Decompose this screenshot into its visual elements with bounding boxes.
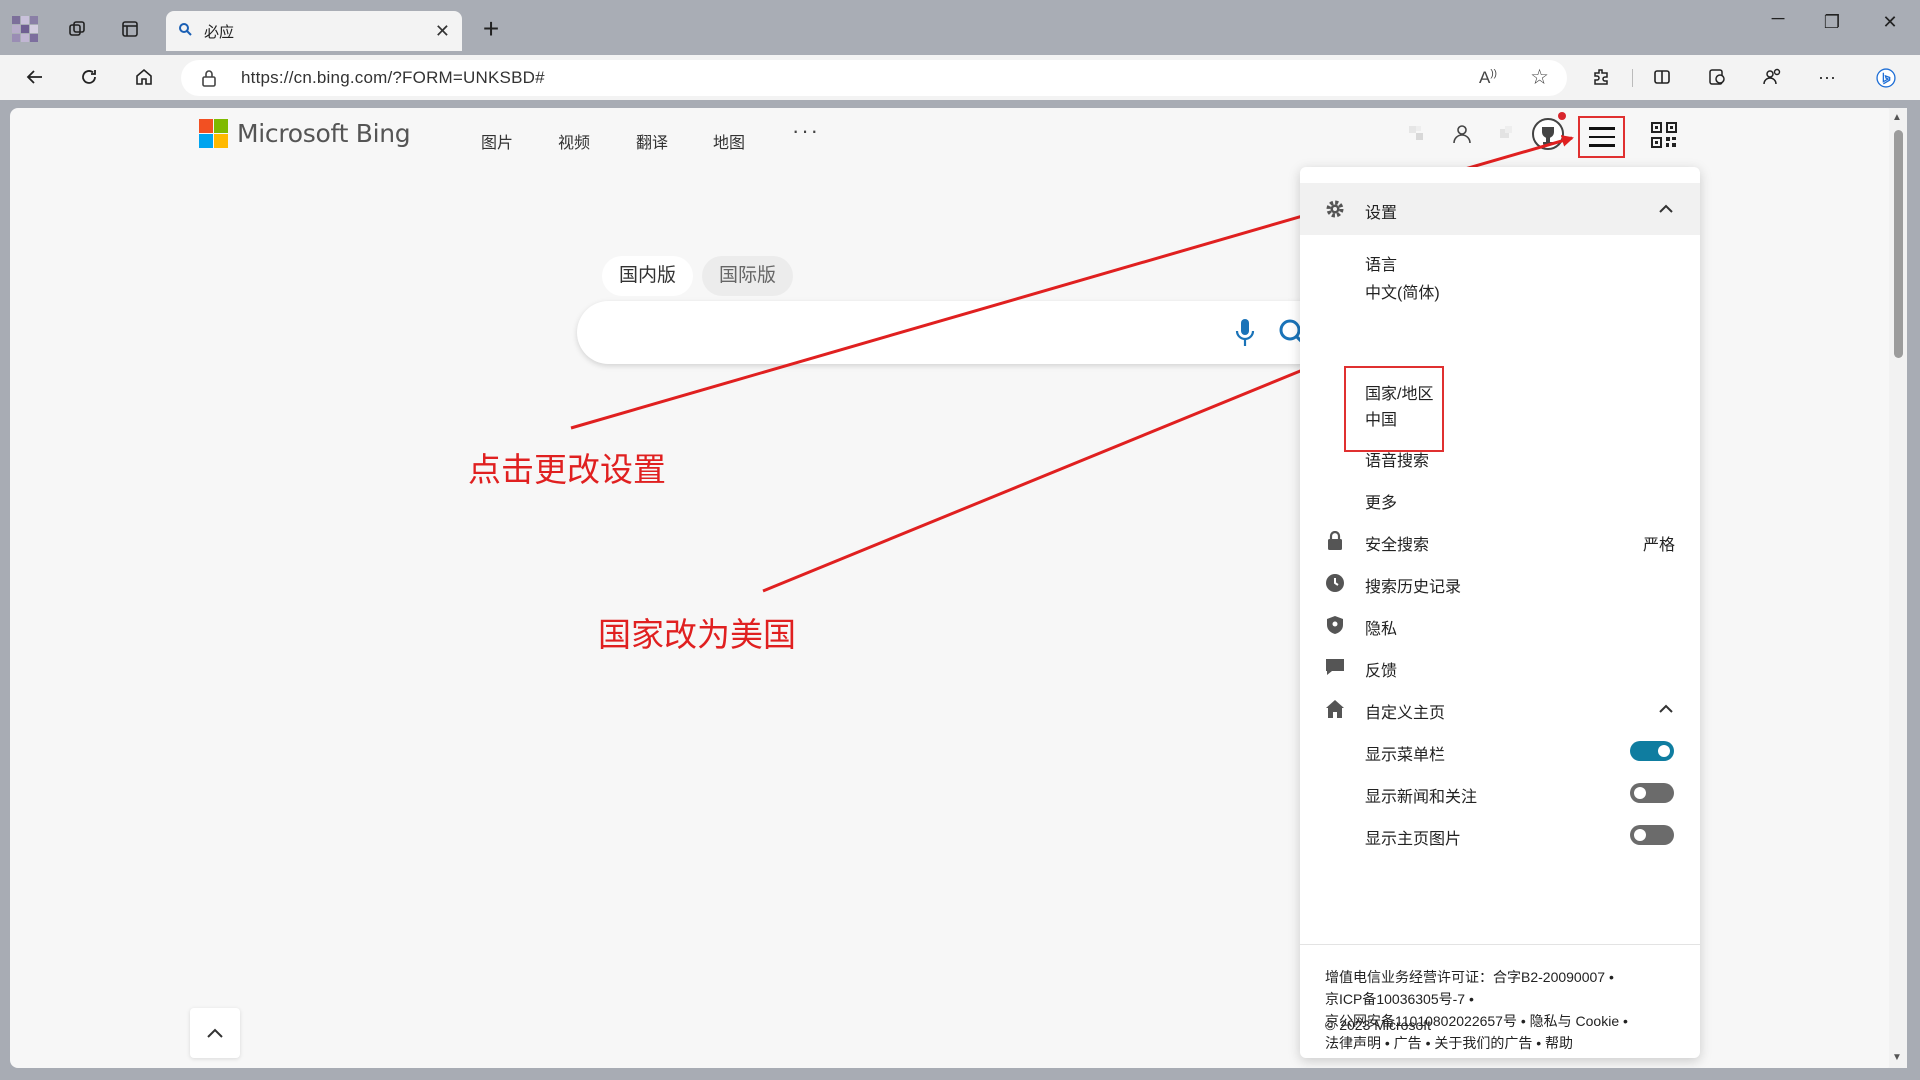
browser-toolbar: https://cn.bing.com/?FORM=UNKSBD# A)) ☆ … — [0, 55, 1920, 100]
tab-title: 必应 — [204, 23, 235, 41]
close-window-button[interactable]: ✕ — [1870, 12, 1910, 33]
split-screen-icon[interactable] — [1645, 60, 1679, 94]
scroll-up-arrow[interactable]: ▲ — [1892, 112, 1902, 123]
toggle-knob — [1634, 829, 1646, 841]
search-icon — [178, 22, 192, 41]
toggle-label-homepage-image: 显示主页图片 — [1365, 831, 1462, 848]
tab-actions-icon[interactable] — [113, 12, 147, 46]
toggle-label-news: 显示新闻和关注 — [1365, 789, 1478, 806]
feedback-icon — [1324, 656, 1346, 678]
footer-license[interactable]: 增值电信业务经营许可证：合字B2-20090007 • — [1325, 967, 1614, 987]
refresh-button[interactable] — [72, 60, 106, 94]
arrow-to-country — [762, 356, 1334, 593]
profile-sync-icon[interactable] — [1755, 60, 1789, 94]
workspaces-icon[interactable] — [12, 16, 38, 42]
feedback-item[interactable]: 反馈 — [1365, 657, 1397, 681]
footer-icp[interactable]: 京ICP备10036305号-7 • — [1325, 989, 1474, 1009]
toggle-show-menubar[interactable] — [1630, 741, 1674, 761]
gear-icon — [1324, 198, 1346, 220]
read-aloud-icon[interactable]: A)) — [1479, 68, 1497, 88]
address-bar[interactable]: https://cn.bing.com/?FORM=UNKSBD# A)) ☆ — [181, 60, 1567, 96]
lock-icon — [1324, 530, 1346, 552]
settings-title: 设置 — [1365, 205, 1398, 222]
home-icon — [1324, 698, 1346, 720]
settings-panel: 设置 语言 中文(简体) 国家/地区 中国 语音搜索 更多 安全搜索 严格 搜索… — [1300, 167, 1700, 1058]
toggle-show-news[interactable] — [1630, 783, 1674, 803]
toggle-show-homepage-image[interactable] — [1630, 825, 1674, 845]
toggle-knob — [1658, 745, 1670, 757]
chevron-up-icon — [207, 1028, 223, 1038]
toolbar-divider — [1632, 69, 1633, 87]
country-label[interactable]: 国家/地区 — [1365, 380, 1433, 404]
minimize-button[interactable]: ─ — [1758, 8, 1798, 29]
voice-search-item[interactable]: 语音搜索 — [1365, 447, 1429, 471]
address-url: https://cn.bing.com/?FORM=UNKSBD# — [241, 68, 545, 87]
shield-icon — [1324, 614, 1346, 636]
back-button[interactable] — [18, 60, 52, 94]
tab-strip: 必应 ✕ + ─ ❐ ✕ — [0, 0, 1920, 55]
privacy-item[interactable]: 隐私 — [1365, 615, 1397, 639]
close-tab-icon[interactable]: ✕ — [435, 21, 450, 42]
safesearch-value[interactable]: 严格 — [1643, 531, 1675, 555]
favorite-star-icon[interactable]: ☆ — [1530, 65, 1549, 90]
lock-icon[interactable] — [201, 69, 217, 92]
search-history-item[interactable]: 搜索历史记录 — [1365, 573, 1461, 597]
more-settings-item[interactable]: 更多 — [1365, 489, 1397, 513]
footer-copyright: © 2023 Microsoft — [1325, 1017, 1432, 1033]
language-value[interactable]: 中文(简体) — [1365, 279, 1440, 303]
clock-icon — [1324, 572, 1346, 594]
restore-button[interactable]: ❐ — [1812, 12, 1852, 33]
language-label[interactable]: 语言 — [1365, 251, 1397, 275]
bing-page: Microsoft Bing 图片 视频 翻译 地图 ··· 国内版 国际版 点… — [10, 108, 1896, 1068]
safesearch-item[interactable]: 安全搜索 — [1365, 531, 1429, 555]
toggle-knob — [1634, 787, 1646, 799]
bing-copilot-icon[interactable] — [1866, 58, 1906, 98]
scrollbar-thumb[interactable] — [1894, 130, 1903, 358]
more-menu-icon[interactable]: ··· — [1810, 60, 1844, 94]
chevron-up-icon — [1659, 204, 1673, 213]
customize-homepage-item[interactable]: 自定义主页 — [1365, 699, 1445, 723]
tab-bing[interactable]: 必应 ✕ — [166, 11, 462, 51]
chevron-up-icon[interactable] — [1658, 701, 1674, 717]
back-to-top-button[interactable] — [190, 1008, 240, 1058]
toggle-label-menubar: 显示菜单栏 — [1365, 747, 1446, 764]
extensions-icon[interactable] — [1584, 60, 1618, 94]
home-button[interactable] — [127, 60, 161, 94]
country-value[interactable]: 中国 — [1365, 406, 1397, 430]
collections-icon[interactable] — [60, 12, 94, 46]
scroll-down-arrow[interactable]: ▼ — [1892, 1052, 1902, 1063]
panel-divider — [1300, 944, 1700, 945]
settings-header[interactable]: 设置 — [1300, 183, 1700, 235]
new-tab-button[interactable]: + — [474, 12, 508, 46]
page-scrollbar[interactable]: ▲ ▼ — [1889, 108, 1907, 1068]
footer-legal-links[interactable]: 法律声明 • 广告 • 关于我们的广告 • 帮助 — [1325, 1033, 1573, 1053]
collections-toolbar-icon[interactable] — [1700, 60, 1734, 94]
